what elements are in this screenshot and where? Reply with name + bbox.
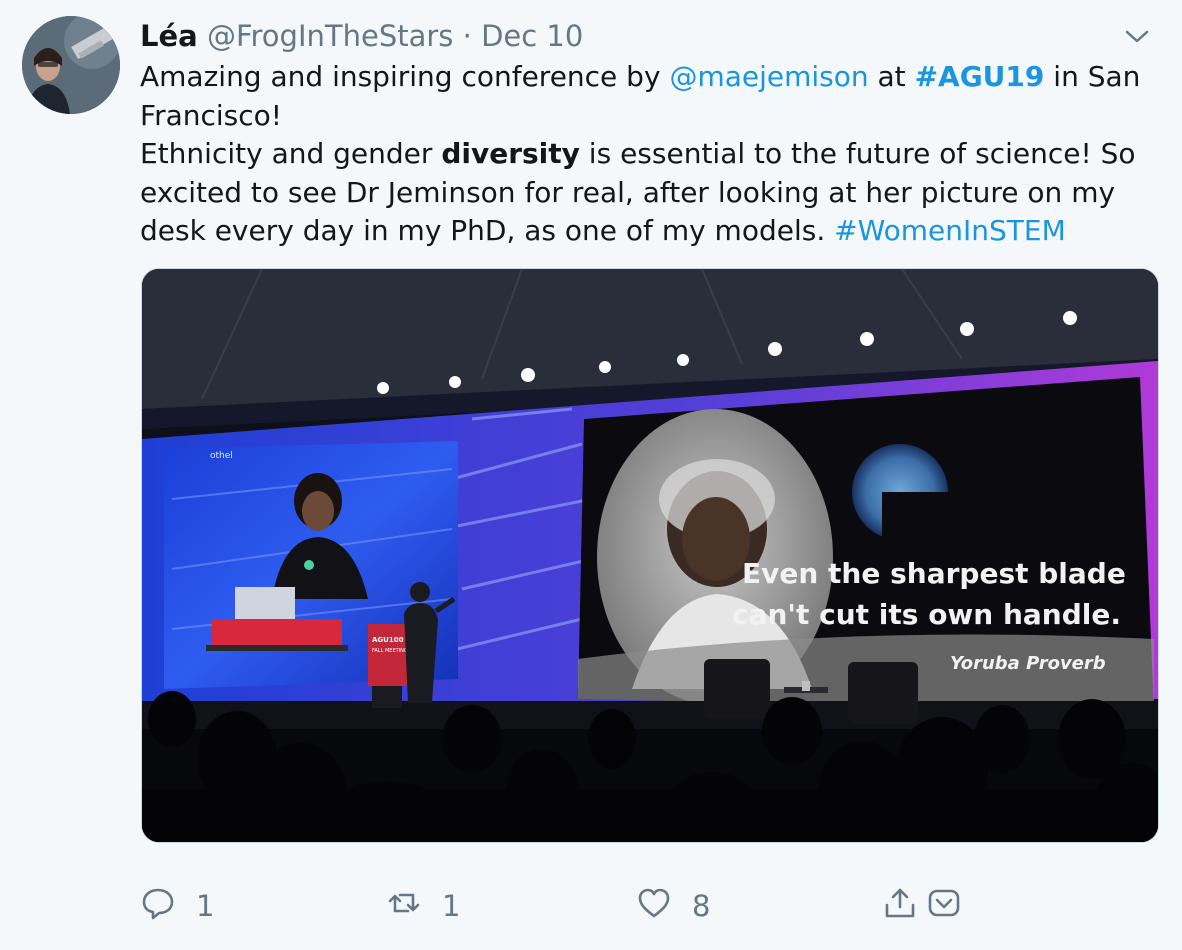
- mention-link[interactable]: @maejemison: [669, 60, 868, 93]
- retweet-button[interactable]: 1: [386, 884, 460, 928]
- separator-dot: ·: [462, 19, 472, 53]
- slide-quote-line-1: Even the sharpest blade: [742, 557, 1126, 590]
- share-icon[interactable]: [882, 885, 918, 928]
- author-handle[interactable]: @FrogInTheStars: [207, 19, 453, 53]
- slide-credit: Yoruba Proverb: [950, 653, 1106, 674]
- slide-quote-line-2: can't cut its own handle.: [732, 598, 1121, 631]
- svg-text:othel: othel: [210, 451, 233, 461]
- retweet-icon[interactable]: [386, 885, 422, 928]
- tweet[interactable]: Léa @FrogInTheStars · Dec 10 Amazing and…: [0, 0, 1182, 950]
- podium-sub: FALL MEETING: [372, 648, 408, 654]
- tweet-header: Léa @FrogInTheStars · Dec 10: [140, 18, 583, 54]
- hashtag-agu19[interactable]: #AGU19: [915, 60, 1045, 93]
- like-button[interactable]: 8: [636, 884, 710, 928]
- share-button[interactable]: [882, 884, 918, 928]
- retweet-count: 1: [442, 889, 461, 923]
- avatar[interactable]: [22, 16, 120, 114]
- message-icon[interactable]: [926, 885, 962, 928]
- like-icon[interactable]: [636, 885, 672, 928]
- text-segment: at: [868, 60, 915, 93]
- text-segment: Amazing and inspiring conference by: [140, 60, 670, 93]
- reply-button[interactable]: 1: [140, 884, 214, 928]
- text-segment: Ethnicity and gender: [140, 137, 442, 170]
- tweet-date[interactable]: Dec 10: [481, 19, 583, 53]
- podium-label: AGU100: [372, 636, 404, 644]
- tweet-text: Amazing and inspiring conference by @mae…: [140, 58, 1160, 251]
- caret-down-icon[interactable]: [1122, 24, 1152, 48]
- author-name[interactable]: Léa: [140, 19, 198, 53]
- reply-count: 1: [196, 889, 215, 923]
- tweet-paragraph-1: Amazing and inspiring conference by @mae…: [140, 58, 1160, 135]
- message-button[interactable]: [926, 884, 962, 928]
- bold-word: diversity: [441, 137, 580, 170]
- tweet-actions: 1 1 8: [140, 884, 1140, 928]
- tweet-photo[interactable]: othel Even the sharpest blade can't cut …: [141, 268, 1159, 843]
- like-count: 8: [692, 889, 711, 923]
- reply-icon[interactable]: [140, 885, 176, 928]
- hashtag-womeninstem[interactable]: #WomenInSTEM: [834, 214, 1066, 247]
- tweet-paragraph-2: Ethnicity and gender diversity is essent…: [140, 135, 1160, 251]
